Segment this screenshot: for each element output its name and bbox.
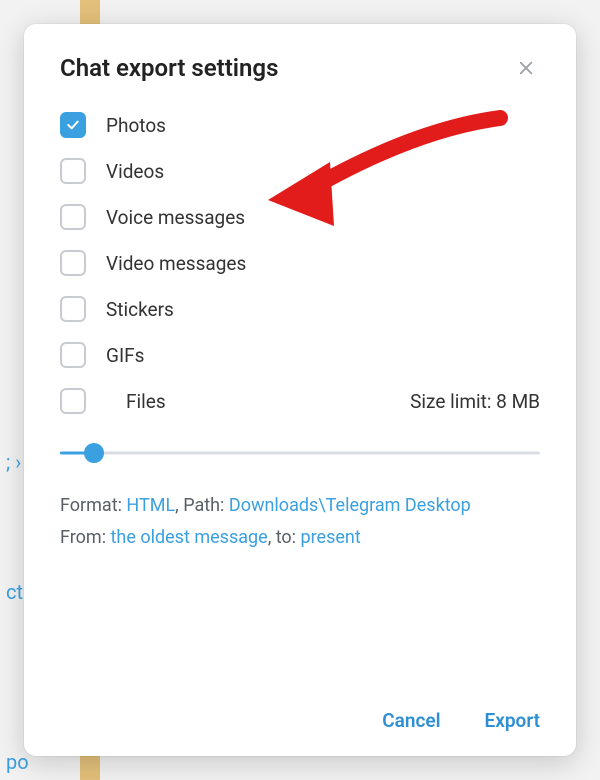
path-label: Path: [183,495,229,516]
checkbox-photos[interactable] [60,112,86,138]
checkbox-gifs[interactable] [60,342,86,368]
option-label: Videos [106,160,164,183]
format-link[interactable]: HTML [126,495,175,516]
option-gifs[interactable]: GIFs [60,342,540,368]
size-limit-prefix: Size limit: [410,390,496,413]
size-limit-value: 8 MB [496,390,540,413]
format-label: Format: [60,495,126,516]
checkbox-videos[interactable] [60,158,86,184]
checkbox-voice-messages[interactable] [60,204,86,230]
export-info: Format: HTML, Path: Downloads\Telegram D… [60,490,540,555]
option-label: Stickers [106,298,174,321]
option-stickers[interactable]: Stickers [60,296,540,322]
option-label: Photos [106,114,166,137]
slider-track [60,452,540,455]
close-icon [517,59,535,77]
chat-export-settings-dialog: Chat export settings Photos Videos [24,24,576,756]
option-photos[interactable]: Photos [60,112,540,138]
export-options-list: Photos Videos Voice messages Video messa… [60,112,540,414]
export-button[interactable]: Export [485,709,540,732]
from-link[interactable]: the oldest message [111,527,268,548]
background-text: ; › [6,450,21,474]
dialog-footer: Cancel Export [60,701,540,732]
close-button[interactable] [512,54,540,82]
sep: , [268,527,276,548]
size-limit-label: Size limit: 8 MB [410,390,540,413]
dialog-title: Chat export settings [60,54,278,82]
background-text: ct [6,580,23,604]
backdrop: ; › ct po Chat export settings Photos Vi… [0,0,600,780]
size-limit-slider[interactable] [60,442,540,464]
background-text: po [6,750,29,774]
to-label: to: [276,527,301,548]
slider-thumb[interactable] [84,443,104,463]
option-voice-messages[interactable]: Voice messages [60,204,540,230]
checkbox-files[interactable] [60,388,86,414]
sep: , [175,495,183,516]
option-label: Video messages [106,252,246,275]
option-video-messages[interactable]: Video messages [60,250,540,276]
option-videos[interactable]: Videos [60,158,540,184]
option-files[interactable]: Files Size limit: 8 MB [60,388,540,414]
check-icon [65,117,81,133]
option-label: Voice messages [106,206,245,229]
to-link[interactable]: present [301,527,361,548]
cancel-button[interactable]: Cancel [382,709,440,732]
checkbox-video-messages[interactable] [60,250,86,276]
checkbox-stickers[interactable] [60,296,86,322]
option-label: GIFs [106,344,144,367]
option-label: Files [126,390,166,413]
from-label: From: [60,527,111,548]
path-link[interactable]: Downloads\Telegram Desktop [229,495,471,516]
dialog-header: Chat export settings [60,54,540,82]
